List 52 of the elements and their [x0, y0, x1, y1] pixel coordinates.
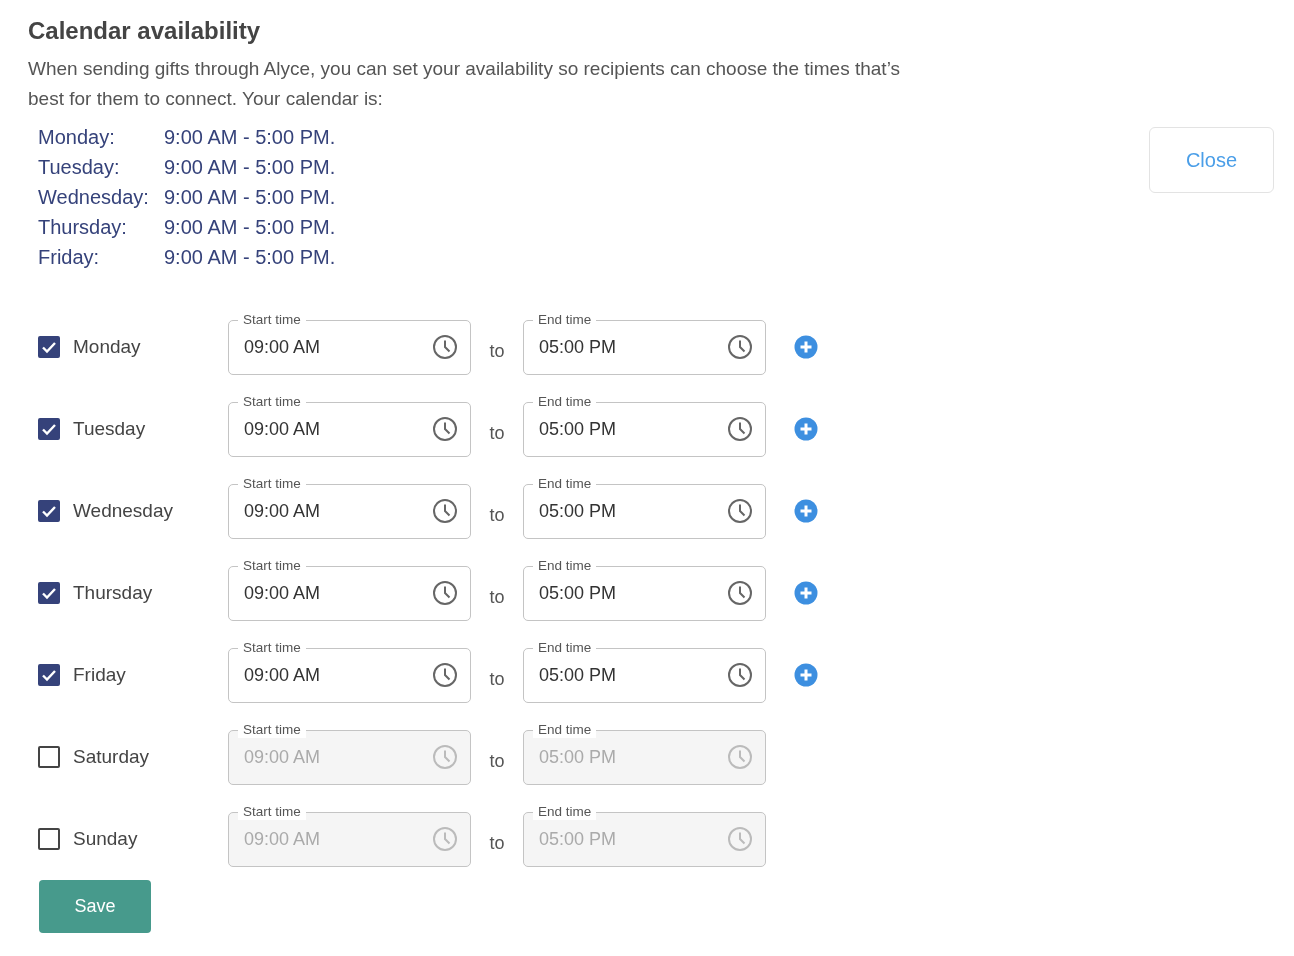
summary-hours: 9:00 AM - 5:00 PM.: [164, 155, 336, 179]
checkbox[interactable]: [38, 746, 60, 768]
day-label: Friday: [73, 664, 126, 686]
to-text: to: [488, 339, 506, 362]
summary-day: Friday:: [38, 245, 164, 269]
summary-day: Thursday:: [38, 215, 164, 239]
add-icon[interactable]: [794, 499, 818, 523]
clock-icon: [432, 826, 458, 852]
to-text: to: [488, 585, 506, 608]
day-label: Monday: [73, 336, 141, 358]
checkbox[interactable]: [38, 418, 60, 440]
clock-icon: [727, 662, 753, 688]
clock-icon: [727, 580, 753, 606]
checkbox[interactable]: [38, 828, 60, 850]
page-title: Calendar availability: [28, 16, 262, 46]
clock-icon: [727, 334, 753, 360]
clock-icon: [432, 662, 458, 688]
clock-icon: [432, 580, 458, 606]
day-label: Sunday: [73, 828, 138, 850]
summary-hours: 9:00 AM - 5:00 PM.: [164, 125, 336, 149]
add-icon[interactable]: [794, 417, 818, 441]
to-text: to: [488, 503, 506, 526]
clock-icon: [432, 416, 458, 442]
summary-hours: 9:00 AM - 5:00 PM.: [164, 215, 336, 239]
add-icon[interactable]: [794, 335, 818, 359]
to-text: to: [488, 749, 506, 772]
day-label: Wednesday: [73, 500, 173, 522]
clock-icon: [727, 826, 753, 852]
add-icon[interactable]: [794, 663, 818, 687]
day-label: Thursday: [73, 582, 153, 604]
summary-day: Monday:: [38, 125, 164, 149]
clock-icon: [727, 416, 753, 442]
checkbox[interactable]: [38, 582, 60, 604]
to-text: to: [488, 831, 506, 854]
checkbox[interactable]: [38, 336, 60, 358]
clock-icon: [432, 744, 458, 770]
clock-icon: [727, 498, 753, 524]
clock-icon: [727, 744, 753, 770]
day-label: Saturday: [73, 746, 150, 768]
clock-icon: [432, 334, 458, 360]
summary-hours: 9:00 AM - 5:00 PM.: [164, 245, 336, 269]
checkbox[interactable]: [38, 500, 60, 522]
intro-text: When sending gifts through Alyce, you can set your availability so recipients can choose the times that’s best for them to connect. Your calendar is:: [28, 57, 901, 111]
to-text: to: [488, 421, 506, 444]
checkbox[interactable]: [38, 664, 60, 686]
day-label: Tuesday: [73, 418, 146, 440]
add-icon[interactable]: [794, 581, 818, 605]
to-text: to: [488, 667, 506, 690]
summary-day: Wednesday:: [38, 185, 164, 209]
summary-day: Tuesday:: [38, 155, 164, 179]
clock-icon: [432, 498, 458, 524]
summary-hours: 9:00 AM - 5:00 PM.: [164, 185, 336, 209]
